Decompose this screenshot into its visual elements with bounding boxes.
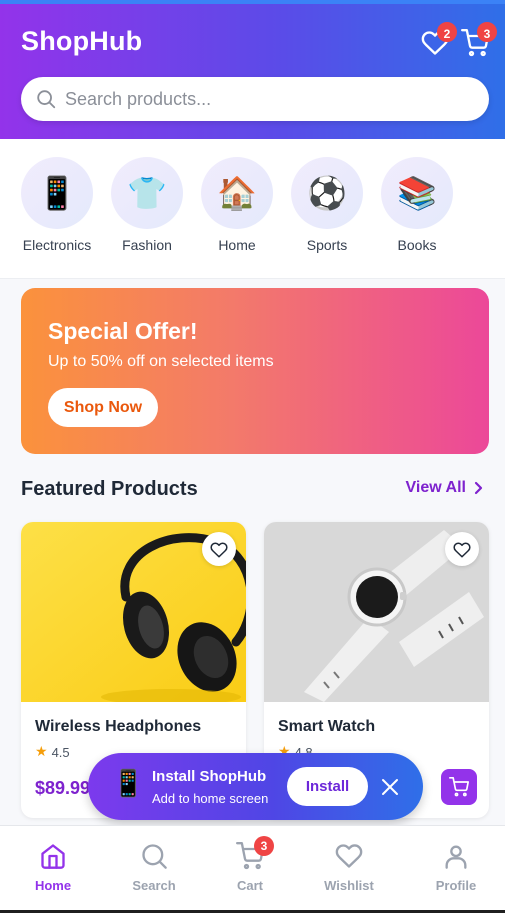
favorite-button[interactable] (445, 532, 479, 566)
category-strip: 📱 Electronics 👕 Fashion 🏠 Home ⚽ Sports … (0, 139, 505, 279)
nav-cart[interactable]: 3 Cart (210, 836, 290, 893)
add-to-cart-button[interactable] (441, 769, 477, 805)
nav-label: Search (132, 878, 176, 893)
bottom-navigation: Home Search 3 Cart Wishlist Profile (0, 825, 505, 910)
install-title: Install ShopHub (152, 768, 267, 785)
cart-button[interactable]: 3 (459, 22, 497, 60)
special-offer-banner: Special Offer! Up to 50% off on selected… (21, 288, 489, 454)
search-bar (21, 77, 489, 121)
soccer-ball-icon: ⚽ (291, 157, 363, 229)
view-all-label: View All (405, 479, 466, 496)
view-all-link[interactable]: View All (406, 479, 484, 497)
nav-wishlist[interactable]: Wishlist (309, 842, 389, 893)
category-label: Fashion (122, 237, 172, 253)
search-icon (142, 844, 167, 869)
rating-value: 4.5 (51, 744, 70, 760)
t-shirt-icon: 👕 (111, 157, 183, 229)
cart-count-badge: 3 (477, 22, 497, 42)
cart-count-badge: 3 (254, 836, 274, 856)
product-rating: ★ 4.5 (35, 744, 70, 760)
category-sports[interactable]: ⚽ Sports (282, 157, 372, 253)
category-electronics[interactable]: 📱 Electronics (12, 157, 102, 253)
wishlist-count-badge: 2 (437, 22, 457, 42)
featured-products-title: Featured Products (21, 478, 198, 500)
banner-title: Special Offer! (48, 318, 198, 344)
home-icon (41, 844, 65, 869)
heart-icon (453, 542, 471, 558)
category-label: Electronics (22, 237, 92, 253)
search-input[interactable] (65, 77, 475, 121)
category-label: Sports (306, 237, 348, 253)
category-label: Books (397, 237, 437, 253)
mobile-phone-icon: 📱 (112, 769, 145, 799)
search-icon (37, 90, 56, 109)
close-icon[interactable] (380, 777, 400, 797)
product-price: $89.99 (35, 778, 91, 798)
wishlist-button[interactable]: 2 (419, 22, 457, 60)
nav-label: Wishlist (324, 878, 374, 893)
nav-profile[interactable]: Profile (416, 842, 496, 893)
books-icon: 📚 (381, 157, 453, 229)
install-button[interactable]: Install (287, 767, 368, 806)
category-books[interactable]: 📚 Books (372, 157, 462, 253)
product-name: Wireless Headphones (35, 718, 202, 735)
banner-subtitle: Up to 50% off on selected items (48, 353, 274, 370)
star-icon: ★ (35, 744, 48, 760)
mobile-phone-icon: 📱 (21, 157, 93, 229)
category-label: Home (218, 237, 256, 253)
category-home[interactable]: 🏠 Home (192, 157, 282, 253)
app-header: ShopHub 2 3 (0, 4, 505, 139)
shop-now-button[interactable]: Shop Now (48, 388, 158, 427)
heart-icon (210, 542, 228, 558)
nav-label: Home (34, 878, 72, 893)
nav-home[interactable]: Home (13, 842, 93, 893)
chevron-right-icon (474, 481, 483, 495)
shopping-cart-icon (449, 777, 469, 797)
nav-search[interactable]: Search (114, 842, 194, 893)
house-icon: 🏠 (201, 157, 273, 229)
user-icon (445, 845, 467, 869)
product-name: Smart Watch (278, 718, 376, 735)
category-fashion[interactable]: 👕 Fashion (102, 157, 192, 253)
nav-label: Cart (236, 878, 263, 893)
install-app-prompt: 📱 Install ShopHub Add to home screen Ins… (88, 753, 423, 820)
app-logo[interactable]: ShopHub (21, 26, 142, 57)
heart-icon (335, 844, 363, 868)
nav-label: Profile (435, 878, 477, 893)
install-subtitle: Add to home screen (152, 791, 269, 806)
favorite-button[interactable] (202, 532, 236, 566)
